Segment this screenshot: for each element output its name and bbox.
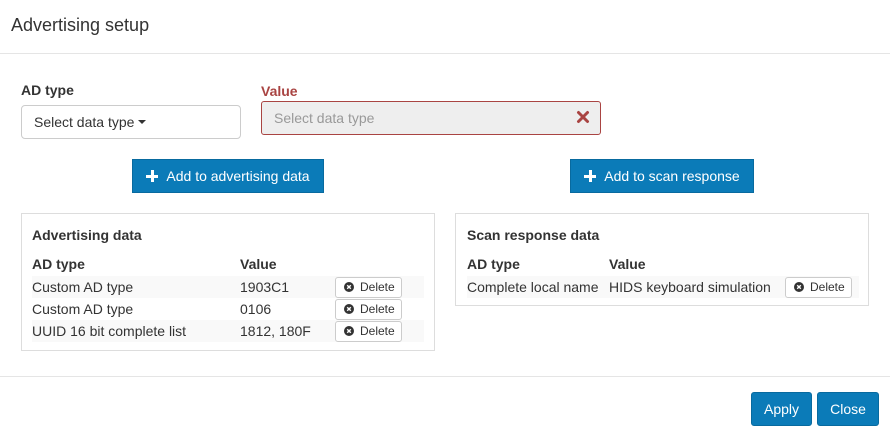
plus-icon bbox=[146, 170, 159, 182]
header-ad-type: AD type bbox=[32, 256, 85, 272]
advertising-data-panel: Advertising data AD type Value Custom AD… bbox=[21, 213, 435, 351]
row-ad-type: Complete local name bbox=[467, 279, 599, 295]
delete-label: Delete bbox=[360, 302, 395, 316]
ad-type-dropdown-label: Select data type bbox=[34, 114, 135, 130]
add-to-scan-response-label: Add to scan response bbox=[604, 168, 740, 184]
table-row: UUID 16 bit complete list 1812, 180F Del… bbox=[32, 320, 424, 342]
ad-type-dropdown[interactable]: Select data type bbox=[21, 105, 241, 139]
row-ad-type: UUID 16 bit complete list bbox=[32, 323, 187, 339]
table-header: AD type Value bbox=[32, 256, 424, 276]
clear-x-icon[interactable] bbox=[576, 110, 590, 124]
row-ad-type: Custom AD type bbox=[32, 279, 134, 295]
delete-button[interactable]: Delete bbox=[335, 298, 402, 320]
dialog-header: Advertising setup bbox=[0, 0, 890, 54]
delete-button[interactable]: Delete bbox=[335, 276, 402, 298]
row-value: 1812, 180F bbox=[240, 323, 311, 339]
times-circle-icon bbox=[344, 304, 354, 314]
table-header: AD type Value bbox=[467, 256, 859, 276]
add-to-advertising-label: Add to advertising data bbox=[166, 168, 310, 184]
table-row: Custom AD type 1903C1 Delete bbox=[32, 276, 424, 298]
value-label: Value bbox=[261, 83, 298, 99]
row-ad-type: Custom AD type bbox=[32, 301, 134, 317]
row-value: 1903C1 bbox=[240, 279, 290, 295]
header-value: Value bbox=[609, 256, 646, 272]
scan-response-table: AD type Value Complete local name HIDS k… bbox=[467, 256, 859, 298]
delete-label: Delete bbox=[360, 280, 395, 294]
row-value: 0106 bbox=[240, 301, 272, 317]
value-placeholder: Select data type bbox=[274, 110, 375, 126]
apply-button[interactable]: Apply bbox=[751, 392, 812, 426]
advertising-data-table: AD type Value Custom AD type 1903C1 Dele… bbox=[32, 256, 424, 342]
dialog-title: Advertising setup bbox=[11, 15, 150, 35]
value-input[interactable]: Select data type bbox=[261, 101, 601, 135]
scan-response-title: Scan response data bbox=[467, 227, 600, 243]
times-circle-icon bbox=[794, 282, 804, 292]
row-value: HIDS keyboard simulation bbox=[609, 279, 771, 295]
delete-button[interactable]: Delete bbox=[785, 276, 852, 298]
advertising-data-title: Advertising data bbox=[32, 227, 142, 243]
plus-icon bbox=[584, 170, 597, 182]
delete-label: Delete bbox=[360, 324, 395, 338]
scan-response-panel: Scan response data AD type Value Complet… bbox=[455, 213, 869, 306]
header-value: Value bbox=[240, 256, 277, 272]
times-circle-icon bbox=[344, 326, 354, 336]
caret-down-icon bbox=[138, 120, 147, 124]
header-ad-type: AD type bbox=[467, 256, 520, 272]
delete-button[interactable]: Delete bbox=[335, 320, 402, 342]
close-button[interactable]: Close bbox=[817, 392, 879, 426]
delete-label: Delete bbox=[810, 280, 845, 294]
ad-type-label: AD type bbox=[21, 82, 74, 98]
times-circle-icon bbox=[344, 282, 354, 292]
add-to-scan-response-button[interactable]: Add to scan response bbox=[570, 159, 754, 193]
table-row: Custom AD type 0106 Delete bbox=[32, 298, 424, 320]
add-to-advertising-button[interactable]: Add to advertising data bbox=[132, 159, 324, 193]
table-row: Complete local name HIDS keyboard simula… bbox=[467, 276, 859, 298]
